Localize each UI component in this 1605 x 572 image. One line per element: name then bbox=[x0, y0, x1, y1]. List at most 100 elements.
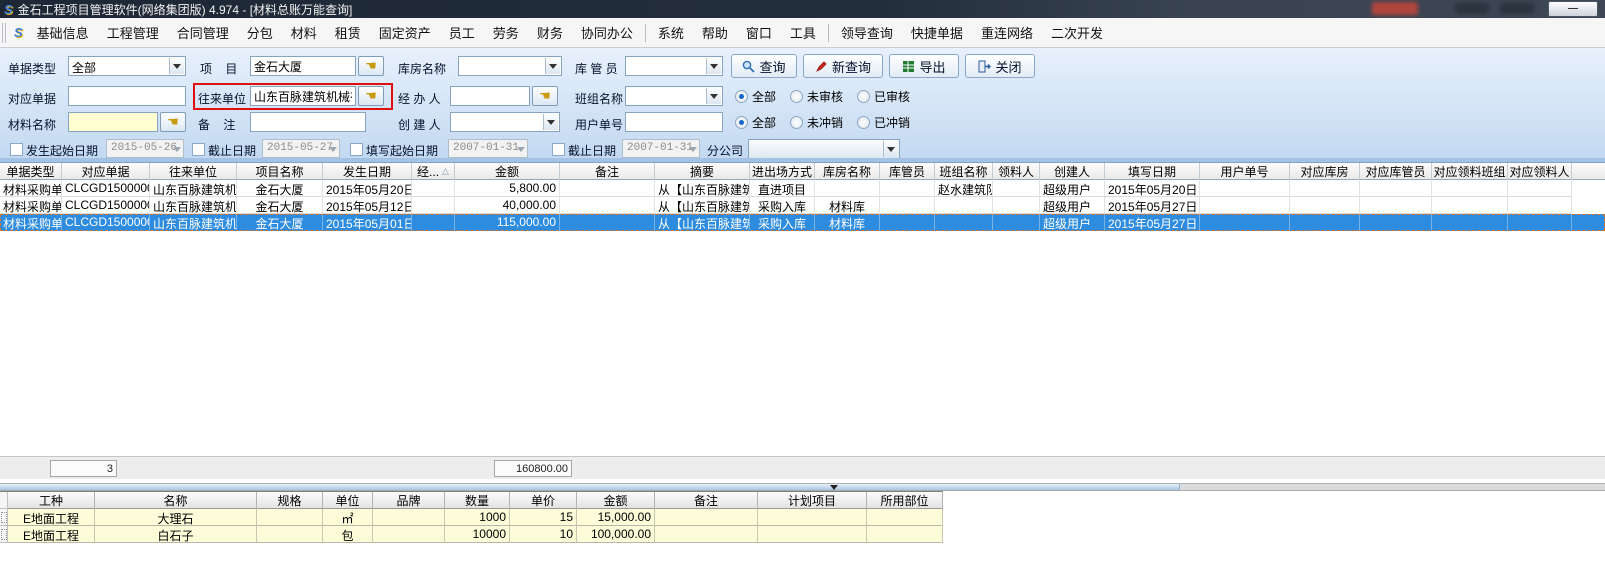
column-header[interactable]: 单据类型 bbox=[0, 163, 62, 180]
detail-table-row[interactable]: E地面工程白石子包1000010100,000.00 bbox=[0, 526, 943, 543]
column-header[interactable]: 备注 bbox=[560, 163, 655, 180]
export-button[interactable]: 导出 bbox=[889, 54, 959, 78]
menu-item[interactable]: 租赁 bbox=[326, 19, 370, 46]
column-header[interactable]: 项目名称 bbox=[237, 163, 323, 180]
menu-item[interactable]: 协同办公 bbox=[572, 19, 642, 46]
dropdown-arrow-icon[interactable] bbox=[883, 141, 898, 157]
column-header[interactable]: 对应领料人 bbox=[1508, 163, 1572, 180]
menu-item[interactable]: 快捷单据 bbox=[902, 19, 972, 46]
horizontal-scrollbar[interactable] bbox=[0, 483, 1605, 491]
toolbar-grip[interactable] bbox=[2, 23, 6, 43]
menu-item[interactable]: 领导查询 bbox=[832, 19, 902, 46]
project-lookup-button[interactable]: ☚ bbox=[358, 56, 384, 76]
dropdown-arrow-icon[interactable] bbox=[169, 58, 184, 74]
vendor-input[interactable] bbox=[250, 86, 356, 106]
vendor-lookup-button[interactable]: ☚ bbox=[358, 86, 384, 106]
menu-item[interactable]: 系统 bbox=[649, 19, 693, 46]
column-header[interactable]: 班组名称 bbox=[935, 163, 993, 180]
material-input[interactable] bbox=[68, 112, 158, 132]
detail-column-header[interactable]: 规格 bbox=[257, 492, 323, 509]
column-header[interactable]: 对应领料班组 bbox=[1432, 163, 1508, 180]
date-filter-select[interactable]: 2007-01-31 bbox=[448, 139, 528, 158]
date-filter-checkbox[interactable] bbox=[552, 143, 565, 156]
user-no-input[interactable] bbox=[625, 112, 723, 132]
menu-item[interactable]: 财务 bbox=[528, 19, 572, 46]
dropdown-arrow-icon[interactable] bbox=[545, 58, 560, 74]
column-header[interactable]: 对应库管员 bbox=[1360, 163, 1432, 180]
menu-item[interactable]: 固定资产 bbox=[370, 19, 440, 46]
detail-table-row[interactable]: E地面工程大理石㎡10001515,000.00 bbox=[0, 509, 943, 526]
column-header[interactable]: 对应库房 bbox=[1290, 163, 1360, 180]
table-row[interactable]: 材料采购单CLCGD150000001山东百脉建筑机械金石大厦2015年05月2… bbox=[0, 180, 1605, 197]
menu-item[interactable]: 分包 bbox=[238, 19, 282, 46]
agent-lookup-button[interactable]: ☚ bbox=[532, 86, 558, 106]
menu-item[interactable]: 工程管理 bbox=[98, 19, 168, 46]
creator-select[interactable] bbox=[450, 112, 560, 132]
column-header[interactable]: 摘要 bbox=[655, 163, 750, 180]
detail-column-header[interactable]: 工种 bbox=[8, 492, 95, 509]
column-header[interactable]: 创建人 bbox=[1040, 163, 1105, 180]
detail-column-header[interactable]: 品牌 bbox=[373, 492, 445, 509]
minimize-button[interactable]: — bbox=[1548, 1, 1598, 17]
detail-column-header[interactable]: 金额 bbox=[577, 492, 655, 509]
column-header[interactable]: 领料人 bbox=[993, 163, 1040, 180]
column-header[interactable]: 进出场方式 bbox=[750, 163, 815, 180]
detail-column-header[interactable]: 备注 bbox=[655, 492, 758, 509]
table-row[interactable]: 材料采购单CLCGD150000005山东百脉建筑机械金石大厦2015年05月0… bbox=[0, 214, 1605, 231]
dropdown-arrow-icon[interactable] bbox=[543, 114, 558, 130]
column-header[interactable]: 库房名称 bbox=[815, 163, 880, 180]
team-select[interactable] bbox=[625, 86, 723, 106]
agent-input[interactable] bbox=[450, 86, 530, 106]
column-header[interactable]: 用户单号 bbox=[1200, 163, 1290, 180]
menu-item[interactable]: 窗口 bbox=[737, 19, 781, 46]
detail-column-header[interactable]: 计划项目 bbox=[758, 492, 867, 509]
keeper-select[interactable] bbox=[625, 56, 723, 76]
dropdown-arrow-icon[interactable] bbox=[706, 88, 721, 104]
detail-column-header[interactable]: 名称 bbox=[95, 492, 257, 509]
menu-item[interactable]: 合同管理 bbox=[168, 19, 238, 46]
radio-option[interactable]: 全部 bbox=[735, 114, 776, 131]
date-filter-checkbox[interactable] bbox=[10, 143, 23, 156]
project-input[interactable] bbox=[250, 56, 356, 76]
counter-doc-input[interactable] bbox=[68, 86, 186, 106]
menu-item[interactable]: 重连网络 bbox=[972, 19, 1042, 46]
radio-option[interactable]: 已审核 bbox=[857, 88, 910, 105]
detail-column-header[interactable]: 单价 bbox=[510, 492, 577, 509]
column-header[interactable]: 金额 bbox=[455, 163, 560, 180]
menu-item[interactable]: 工具 bbox=[781, 19, 825, 46]
close-button[interactable]: 关闭 bbox=[965, 54, 1035, 78]
column-header[interactable]: 往来单位 bbox=[150, 163, 237, 180]
menu-item[interactable]: 二次开发 bbox=[1042, 19, 1112, 46]
table-row[interactable]: 材料采购单CLCGD150000004山东百脉建筑机械金石大厦2015年05月1… bbox=[0, 197, 1605, 214]
column-header[interactable]: 库管员 bbox=[880, 163, 935, 180]
date-filter-select[interactable]: 2015-05-27 bbox=[262, 139, 340, 158]
menu-item[interactable]: 员工 bbox=[440, 19, 484, 46]
warehouse-select[interactable] bbox=[458, 56, 562, 76]
radio-option[interactable]: 全部 bbox=[735, 88, 776, 105]
menu-item[interactable]: 材料 bbox=[282, 19, 326, 46]
date-filter-checkbox[interactable] bbox=[192, 143, 205, 156]
menu-item[interactable]: 劳务 bbox=[484, 19, 528, 46]
date-filter-select[interactable]: 2015-05-26 bbox=[106, 139, 184, 158]
new-query-button[interactable]: 新查询 bbox=[803, 54, 883, 78]
material-lookup-button[interactable]: ☚ bbox=[160, 112, 186, 132]
detail-column-header[interactable]: 单位 bbox=[323, 492, 373, 509]
branch-select[interactable] bbox=[748, 139, 900, 159]
column-header[interactable]: 发生日期 bbox=[323, 163, 412, 180]
column-header[interactable]: 对应单据 bbox=[62, 163, 150, 180]
dropdown-arrow-icon[interactable] bbox=[706, 58, 721, 74]
column-header[interactable]: 填写日期 bbox=[1105, 163, 1200, 180]
scrollbar-thumb[interactable] bbox=[0, 484, 1180, 490]
doc-type-select[interactable]: 全部 bbox=[68, 56, 186, 76]
date-filter-checkbox[interactable] bbox=[350, 143, 363, 156]
query-button[interactable]: 查询 bbox=[731, 54, 797, 78]
radio-option[interactable]: 未冲销 bbox=[790, 114, 843, 131]
detail-column-header[interactable]: 所用部位 bbox=[867, 492, 943, 509]
remark-input[interactable] bbox=[250, 112, 366, 132]
radio-option[interactable]: 已冲销 bbox=[857, 114, 910, 131]
column-header[interactable]: 经...△ bbox=[412, 163, 455, 180]
menu-item[interactable]: 基础信息 bbox=[28, 19, 98, 46]
menu-item[interactable]: 帮助 bbox=[693, 19, 737, 46]
date-filter-select[interactable]: 2007-01-31 bbox=[622, 139, 700, 158]
radio-option[interactable]: 未审核 bbox=[790, 88, 843, 105]
